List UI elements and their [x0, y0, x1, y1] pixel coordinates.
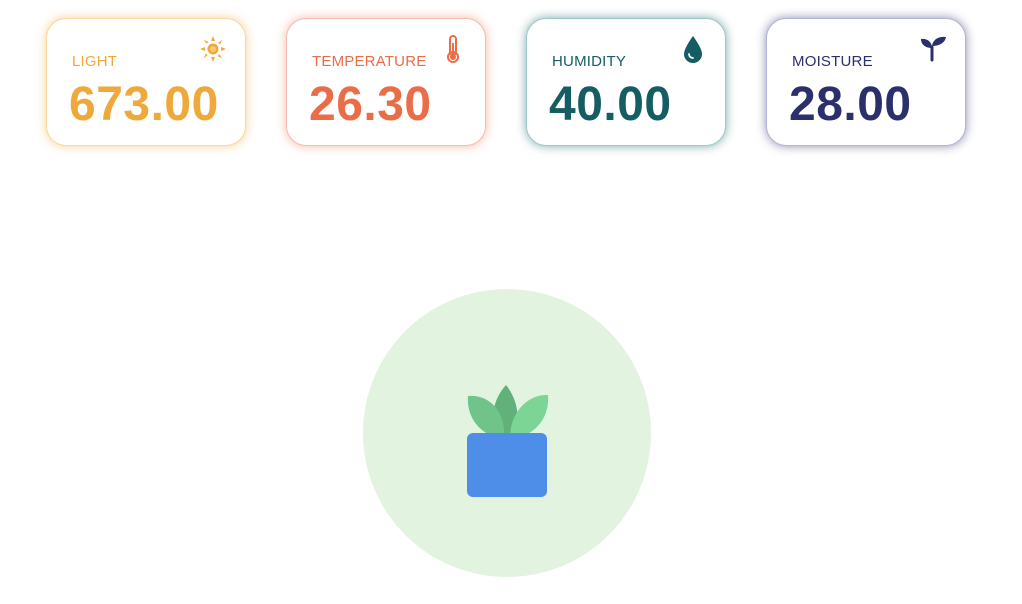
- light-card: LIGHT 673.00: [46, 18, 246, 146]
- light-label: LIGHT: [72, 53, 118, 70]
- humidity-label: HUMIDITY: [552, 53, 627, 70]
- humidity-value: 40.00: [549, 78, 672, 131]
- water-drop-icon: [679, 33, 707, 65]
- moisture-value: 28.00: [789, 78, 912, 131]
- thermometer-icon: [439, 33, 467, 65]
- temperature-card: TEMPERATURE 26.30: [286, 18, 486, 146]
- light-value: 673.00: [69, 78, 219, 131]
- moisture-label: MOISTURE: [792, 53, 873, 70]
- sun-icon: [199, 33, 227, 65]
- potted-plant-icon: [460, 380, 555, 500]
- humidity-card: HUMIDITY 40.00: [526, 18, 726, 146]
- temperature-value: 26.30: [309, 78, 432, 131]
- sprout-icon: [919, 33, 947, 65]
- temperature-label: TEMPERATURE: [312, 53, 427, 70]
- moisture-card: MOISTURE 28.00: [766, 18, 966, 146]
